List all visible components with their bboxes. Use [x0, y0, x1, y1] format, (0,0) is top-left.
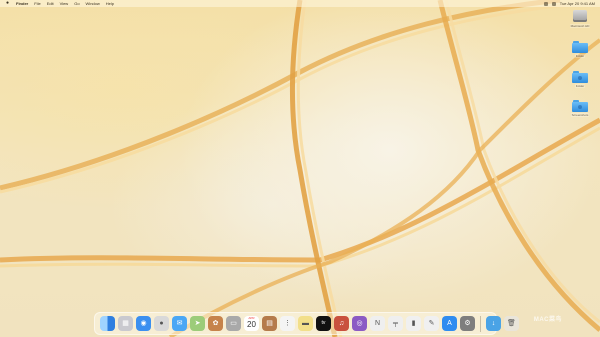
dock-item-numbers[interactable]: ▮	[406, 316, 421, 331]
system-preferences-icon: ⚙	[464, 320, 471, 327]
spotlight-icon[interactable]	[551, 1, 556, 6]
folder-icon	[572, 70, 588, 83]
dock-item-trash[interactable]: 🗑	[504, 316, 519, 331]
dock-item-news[interactable]: N	[370, 316, 385, 331]
calendar-day: 20	[247, 320, 256, 329]
folder-icon	[572, 99, 588, 112]
dock-item-tv[interactable]: tv	[316, 316, 331, 331]
menu-bar-clock[interactable]: Tue Apr 20 9:41 AM	[560, 0, 595, 7]
desktop-icon-macintosh-hd[interactable]: Macintosh HD	[565, 10, 595, 28]
contacts-icon: ▤	[266, 320, 273, 327]
dock-item-facetime[interactable]: ▭	[226, 316, 241, 331]
desktop-icon-label: Folder	[574, 84, 586, 88]
keynote-icon: ╤	[393, 320, 398, 327]
desktop-icon-label: Macintosh HD	[569, 24, 591, 28]
dock-item-music[interactable]: ♫	[334, 316, 349, 331]
dock-item-photos[interactable]: ✿	[208, 316, 223, 331]
safari-icon: ◉	[140, 320, 147, 327]
dock-item-downloads[interactable]: ↓	[486, 316, 501, 331]
desktop-icon-folder-3[interactable]: Screenshots	[565, 99, 595, 117]
dock-item-podcasts[interactable]: ◎	[352, 316, 367, 331]
hard-drive-icon	[573, 10, 587, 22]
dock: ▦ ◉ ● ✉ ➤ ✿ ▭ APR 20 ▤ ⋮ ▬ tv ♫ ◎ N ╤ ▮ ✎ A ⚙ ↓ 🗑	[94, 312, 519, 335]
menu-bar: ● Finder File Edit View Go Window Help T…	[0, 0, 600, 7]
desktop-icon-label: Folder	[574, 54, 586, 58]
dock-item-app-store[interactable]: A	[442, 316, 457, 331]
dock-item-safari[interactable]: ◉	[136, 316, 151, 331]
dock-separator	[480, 315, 481, 332]
mail-icon: ✉	[176, 320, 183, 327]
facetime-icon: ▭	[230, 320, 237, 327]
desktop-icon-label: Screenshots	[570, 113, 590, 117]
reminders-icon: ⋮	[284, 320, 291, 327]
dock-item-contacts[interactable]: ▤	[262, 316, 277, 331]
dock-item-maps[interactable]: ➤	[190, 316, 205, 331]
photos-icon: ✿	[212, 320, 219, 327]
desktop-wallpaper	[0, 0, 600, 337]
menu-window[interactable]: Window	[86, 0, 100, 7]
news-icon: N	[374, 320, 381, 327]
numbers-icon: ▮	[411, 320, 416, 327]
watermark: MAC菜鸟	[533, 317, 562, 323]
dock-item-pages[interactable]: ✎	[424, 316, 439, 331]
dock-item-mail[interactable]: ✉	[172, 316, 187, 331]
dock-item-keynote[interactable]: ╤	[388, 316, 403, 331]
apple-tv-icon: tv	[321, 320, 326, 326]
menu-view[interactable]: View	[60, 0, 69, 7]
dock-item-finder[interactable]	[100, 316, 115, 331]
dock-item-launchpad[interactable]: ▦	[118, 316, 133, 331]
control-center-icon[interactable]	[543, 1, 548, 6]
menu-help[interactable]: Help	[106, 0, 114, 7]
dock-item-reminders[interactable]: ⋮	[280, 316, 295, 331]
podcasts-icon: ◎	[356, 320, 363, 327]
menu-go[interactable]: Go	[74, 0, 79, 7]
dock-item-calendar[interactable]: APR 20	[244, 316, 259, 331]
dock-item-system-preferences[interactable]: ⚙	[460, 316, 475, 331]
messages-icon: ●	[159, 320, 164, 327]
menu-bar-status-area: Tue Apr 20 9:41 AM	[543, 0, 595, 7]
folder-icon	[572, 40, 588, 53]
dock-item-notes[interactable]: ▬	[298, 316, 313, 331]
menu-finder[interactable]: Finder	[16, 0, 28, 7]
apple-logo-icon[interactable]: ●	[5, 0, 10, 7]
desktop-icon-folder-1[interactable]: Folder	[565, 40, 595, 58]
dock-item-messages[interactable]: ●	[154, 316, 169, 331]
wallpaper-curves	[0, 0, 600, 337]
launchpad-icon: ▦	[122, 320, 129, 327]
notes-icon: ▬	[302, 320, 309, 327]
menu-edit[interactable]: Edit	[47, 0, 54, 7]
app-store-icon: A	[447, 320, 452, 327]
music-icon: ♫	[338, 320, 345, 327]
pages-icon: ✎	[428, 320, 435, 327]
downloads-folder-icon: ↓	[491, 320, 496, 327]
trash-icon: 🗑	[507, 320, 516, 327]
desktop-icon-folder-2[interactable]: Folder	[565, 70, 595, 88]
maps-icon: ➤	[194, 320, 201, 327]
menu-file[interactable]: File	[34, 0, 40, 7]
